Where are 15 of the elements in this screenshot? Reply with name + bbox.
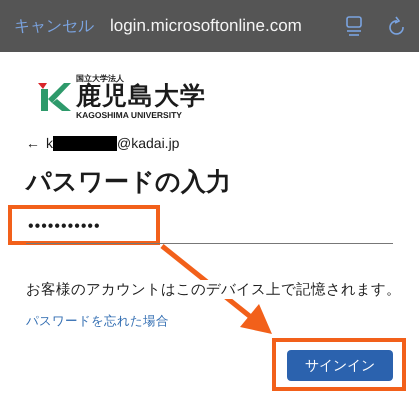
back-arrow[interactable]: ←	[26, 135, 40, 151]
password-field[interactable]: •••••••••••	[26, 210, 393, 244]
logo-icon	[38, 81, 72, 113]
sign-in-button[interactable]: サインイン	[287, 350, 393, 381]
reload-icon[interactable]	[389, 16, 405, 36]
reader-icon[interactable]	[345, 16, 363, 36]
corporation-label: 国立大学法人	[76, 74, 125, 83]
forgot-password-link[interactable]: パスワードを忘れた場合	[26, 313, 169, 330]
redaction-bar	[53, 136, 117, 150]
username-start: k	[46, 135, 53, 151]
email-domain: @kadai.jp	[117, 135, 180, 151]
university-english-name: KAGOSHIMA UNIVERSITY	[76, 110, 183, 120]
url-text: login.microsoftonline.com	[110, 16, 303, 36]
page-heading: パスワードの入力	[26, 167, 232, 198]
university-name: 鹿児島大学	[76, 83, 206, 110]
